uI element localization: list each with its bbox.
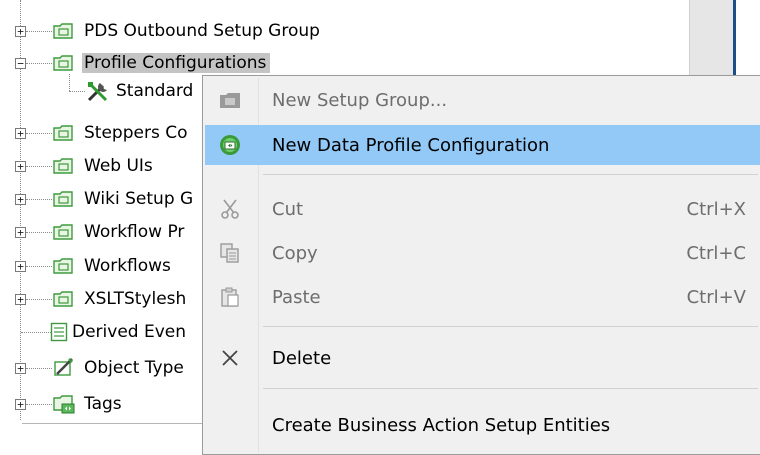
tree-connector (26, 266, 52, 267)
tree-item-label: Object Type (84, 358, 184, 378)
folder-icon (53, 55, 73, 71)
data-profile-icon (220, 135, 240, 155)
tree-item-label: Workflow Pr (84, 222, 185, 242)
menu-item-copy[interactable]: Copy Ctrl+C (205, 233, 760, 273)
menu-item-label: Create Business Action Setup Entities (272, 415, 611, 436)
folder-icon (53, 125, 73, 141)
menu-item-label: Delete (272, 348, 332, 369)
expand-plus-icon[interactable]: + (15, 399, 26, 410)
tree-connector (26, 133, 52, 134)
expand-plus-icon[interactable]: + (15, 128, 26, 139)
document-icon (50, 322, 68, 342)
tree-item[interactable]: Web UIs (84, 153, 153, 179)
tree-item[interactable]: Standard (116, 78, 193, 104)
tags-folder-icon (53, 395, 75, 414)
folder-icon (53, 224, 73, 240)
menu-item-cut[interactable]: Cut Ctrl+X (205, 189, 760, 229)
folder-icon (53, 191, 73, 207)
tree-connector (21, 332, 51, 333)
expand-plus-icon[interactable]: + (15, 261, 26, 272)
menu-item-delete[interactable]: Delete (205, 338, 760, 378)
tree-connector (69, 74, 70, 91)
menu-item-create-business-action-setup-entities[interactable]: Create Business Action Setup Entities (205, 405, 760, 445)
menu-separator (263, 326, 758, 327)
tree-item-label: Workflows (84, 256, 171, 276)
menu-item-new-setup-group[interactable]: New Setup Group... (205, 80, 760, 120)
object-type-icon (54, 358, 73, 376)
divider (22, 423, 222, 424)
tree-connector (26, 63, 52, 64)
tools-icon (87, 82, 108, 102)
menu-separator (263, 174, 758, 175)
expand-plus-icon[interactable]: + (15, 26, 26, 37)
paste-icon (221, 287, 239, 307)
tree-connector (26, 232, 52, 233)
tree-item[interactable]: Derived Even (72, 319, 186, 345)
tree-connector (26, 299, 52, 300)
tree-item-label: Tags (84, 394, 122, 414)
tree-item-label: Steppers Co (84, 123, 188, 143)
tree-item-label: Profile Configurations (82, 53, 271, 73)
tree-item-label: Wiki Setup G (84, 189, 194, 209)
tree-connector (26, 166, 52, 167)
expand-plus-icon[interactable]: + (15, 294, 26, 305)
menu-item-label: Cut (272, 199, 304, 220)
tree-item[interactable]: PDS Outbound Setup Group (84, 18, 320, 44)
folder-icon (53, 258, 73, 274)
tree-connector (26, 31, 52, 32)
expand-plus-icon[interactable]: + (15, 227, 26, 238)
menu-item-label: New Setup Group... (272, 90, 448, 111)
tree-item-label: XSLTStylesh (84, 289, 187, 309)
menu-separator (263, 388, 758, 389)
tree-item-label: PDS Outbound Setup Group (84, 21, 320, 41)
tree-item-label: Web UIs (84, 156, 153, 176)
folder-icon (53, 158, 73, 174)
tree-connector (26, 368, 52, 369)
menu-item-paste[interactable]: Paste Ctrl+V (205, 277, 760, 317)
tree-item[interactable]: Tags (84, 391, 122, 417)
menu-item-shortcut: Ctrl+V (686, 287, 746, 308)
tree-item-label: Standard (116, 81, 194, 101)
tree-item[interactable]: Wiki Setup G (84, 186, 193, 212)
tree-item[interactable]: Object Type (84, 355, 184, 381)
menu-item-label: Copy (272, 243, 318, 264)
menu-item-shortcut: Ctrl+C (686, 243, 746, 264)
tree-connector (26, 199, 52, 200)
folder-icon (53, 291, 73, 307)
tree-item[interactable]: Workflows (84, 253, 171, 279)
menu-item-new-data-profile-configuration[interactable]: New Data Profile Configuration (205, 125, 760, 165)
tree-item-label: Derived Even (72, 322, 187, 342)
tree-item[interactable]: XSLTStylesh (84, 286, 186, 312)
collapse-minus-icon[interactable]: − (15, 58, 26, 69)
menu-item-shortcut: Ctrl+X (686, 199, 746, 220)
folder-icon (53, 23, 73, 39)
tree-connector (69, 91, 85, 92)
tree-item-selected[interactable]: Profile Configurations (82, 50, 271, 76)
folder-camera-icon (220, 93, 240, 108)
menu-item-label: Paste (272, 287, 321, 308)
menu-item-label: New Data Profile Configuration (272, 135, 550, 156)
tree-item[interactable]: Workflow Pr (84, 219, 184, 245)
tree-item[interactable]: Steppers Co (84, 120, 187, 146)
expand-plus-icon[interactable]: + (15, 194, 26, 205)
expand-plus-icon[interactable]: + (15, 363, 26, 374)
copy-icon (220, 243, 239, 263)
context-menu: New Setup Group... New Data Profile Conf… (202, 75, 760, 455)
scissors-icon (221, 199, 239, 219)
delete-x-icon (222, 350, 238, 366)
tree-connector (26, 404, 52, 405)
expand-plus-icon[interactable]: + (15, 161, 26, 172)
